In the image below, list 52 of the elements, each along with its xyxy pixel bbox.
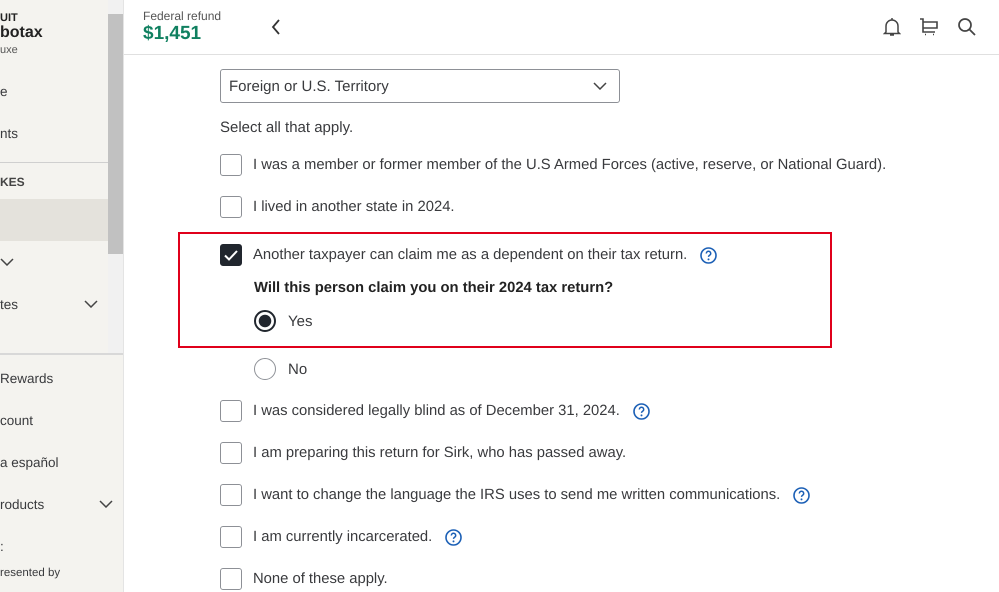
- brand-name: botax: [0, 24, 44, 41]
- sidebar-item[interactable]: count: [0, 399, 123, 441]
- cart-icon[interactable]: [919, 17, 939, 37]
- brand-text: UIT: [0, 12, 19, 24]
- radio-label: No: [288, 360, 308, 378]
- scrollbar-thumb[interactable]: [108, 14, 123, 254]
- chevron-down-icon: [593, 82, 607, 90]
- checkbox[interactable]: [220, 244, 242, 266]
- follow-up-question: Will this person claim you on their 2024 tax return?: [254, 279, 614, 298]
- help-icon[interactable]: [632, 402, 650, 420]
- option-label: Another taxpayer can claim me as a dependent on their tax return.: [253, 247, 688, 263]
- sidebar-item[interactable]: roducts: [0, 483, 123, 525]
- chevron-down-icon: [99, 500, 113, 508]
- checkbox[interactable]: [220, 568, 242, 590]
- search-icon[interactable]: [957, 17, 977, 37]
- radio-button[interactable]: [254, 358, 276, 380]
- sidebar-item[interactable]: Rewards: [0, 357, 123, 399]
- instruction-text: Select all that apply.: [220, 119, 354, 136]
- help-icon[interactable]: [700, 246, 718, 264]
- option-label: I want to change the language the IRS uses to send me written communications.: [253, 487, 780, 503]
- checkbox[interactable]: [220, 154, 242, 176]
- option-label: I am currently incarcerated.: [253, 529, 432, 545]
- help-icon[interactable]: [445, 528, 462, 546]
- sidebar-item[interactable]: tes: [0, 283, 108, 325]
- checkbox[interactable]: [220, 196, 242, 218]
- back-icon[interactable]: [271, 19, 281, 35]
- sidebar-footer-text: resented by: [0, 567, 62, 579]
- option-label: I was a member or former member of the U.S Armed Forces (active, reserve, or National Guard).: [253, 157, 886, 173]
- sidebar-item[interactable]: a español: [0, 441, 123, 483]
- brand-edition: uxe: [0, 44, 19, 56]
- radio-button[interactable]: [254, 310, 276, 332]
- sidebar-item[interactable]: e: [0, 70, 108, 112]
- sidebar-item[interactable]: :: [0, 525, 123, 567]
- checkmark-icon: [224, 250, 238, 260]
- option-label: None of these apply.: [253, 571, 388, 587]
- option-label: I lived in another state in 2024.: [253, 199, 455, 215]
- chevron-down-icon: [84, 300, 98, 308]
- option-label: I am preparing this return for Sirk, who has passed away.: [253, 445, 626, 461]
- bell-icon[interactable]: [883, 17, 901, 37]
- refund-label: Federal refund: [143, 9, 222, 23]
- sidebar-item[interactable]: nts: [0, 112, 108, 154]
- checkbox[interactable]: [220, 442, 242, 464]
- checkbox[interactable]: [220, 484, 242, 506]
- checkbox[interactable]: [220, 400, 242, 422]
- refund-amount: $1,451: [143, 23, 202, 45]
- radio-label: Yes: [288, 312, 312, 330]
- section-label: KES: [0, 175, 26, 191]
- dropdown-field[interactable]: Foreign or U.S. Territory: [220, 69, 620, 103]
- option-label: I was considered legally blind as of December 31, 2024.: [253, 403, 620, 419]
- help-icon[interactable]: [793, 486, 810, 504]
- checkbox[interactable]: [220, 526, 242, 548]
- chevron-down-icon: [0, 258, 14, 266]
